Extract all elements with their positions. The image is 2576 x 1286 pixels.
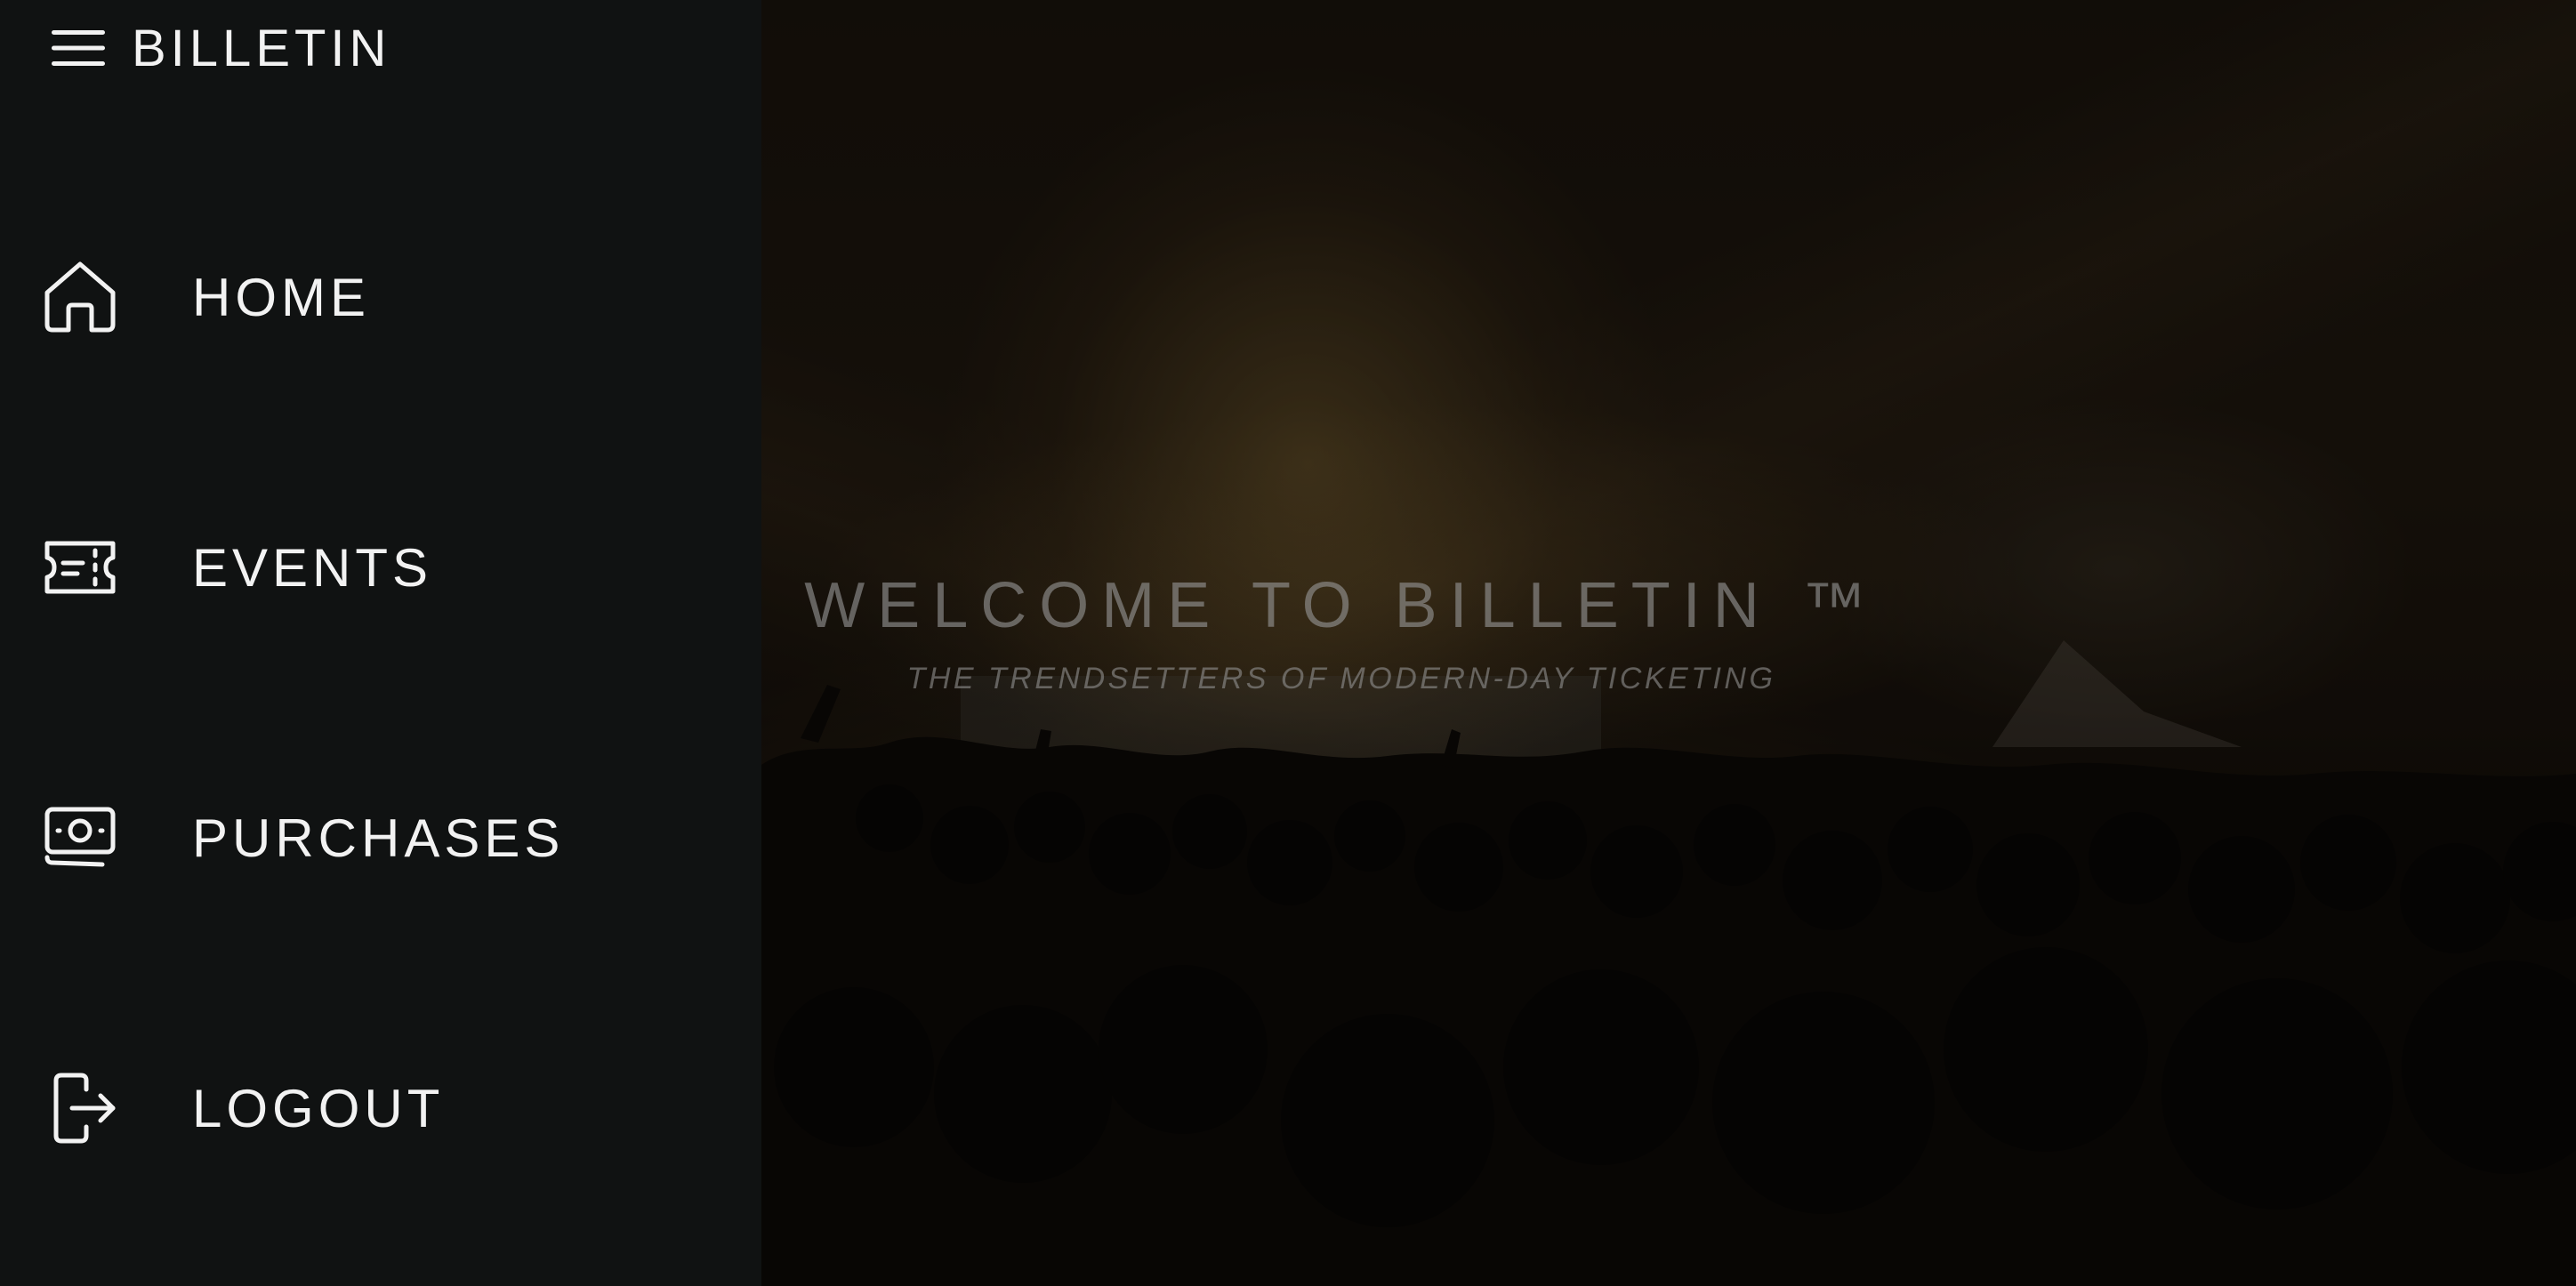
sidebar-item-label: EVENTS bbox=[192, 537, 433, 598]
welcome-subtitle: THE TRENDSETTERS OF MODERN-DAY TICKETING bbox=[906, 662, 1776, 695]
sidebar: BILLETIN HOME EVENTS PURCHASES LOGOUT bbox=[0, 0, 761, 1286]
welcome-title: WELCOME TO BILLETIN ™ bbox=[804, 570, 1879, 641]
sidebar-item-home[interactable]: HOME bbox=[36, 253, 370, 342]
hamburger-menu-icon[interactable] bbox=[46, 16, 110, 80]
sidebar-item-events[interactable]: EVENTS bbox=[36, 523, 432, 612]
sidebar-item-purchases[interactable]: PURCHASES bbox=[36, 793, 564, 882]
home-icon bbox=[36, 253, 125, 342]
welcome-banner: WELCOME TO BILLETIN ™ THE TRENDSETTERS O… bbox=[763, 569, 1920, 696]
money-icon bbox=[36, 793, 125, 882]
sidebar-item-logout[interactable]: LOGOUT bbox=[36, 1064, 444, 1153]
ticket-icon bbox=[36, 523, 125, 612]
brand-header: BILLETIN bbox=[46, 16, 390, 80]
sidebar-item-label: LOGOUT bbox=[192, 1078, 445, 1138]
brand-name: BILLETIN bbox=[132, 19, 391, 77]
sidebar-item-label: PURCHASES bbox=[192, 808, 565, 868]
sidebar-item-label: HOME bbox=[192, 267, 370, 327]
logout-icon bbox=[36, 1064, 125, 1153]
